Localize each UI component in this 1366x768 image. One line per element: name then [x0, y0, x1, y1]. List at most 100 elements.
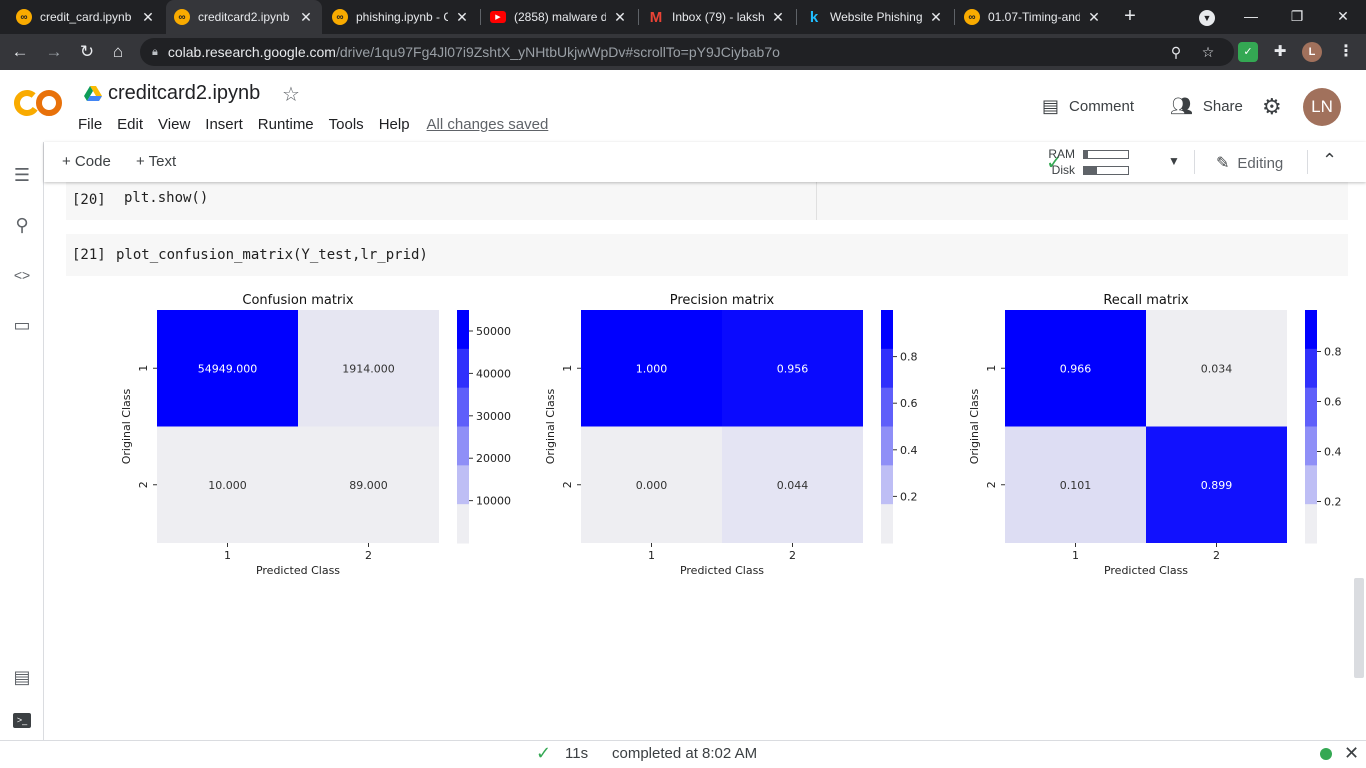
colorbar-segment: [881, 504, 893, 544]
scrollbar-thumb[interactable]: [1354, 578, 1364, 678]
forward-button[interactable]: →: [42, 40, 66, 64]
tab-title: creditcard2.ipynb: [198, 10, 290, 24]
code-snippets-icon[interactable]: <>: [11, 264, 33, 286]
lock-icon: 🔒︎: [152, 45, 158, 58]
kaggle-icon: k: [809, 8, 819, 26]
url-host: colab.research.google.com: [167, 44, 336, 60]
save-status-link[interactable]: All changes saved: [427, 116, 549, 133]
reload-button[interactable]: ↻: [75, 40, 99, 64]
restore-button[interactable]: ❐: [1274, 0, 1320, 34]
colab-header: creditcard2.ipynb ☆ File Edit View Inser…: [0, 70, 1366, 142]
disk-bar: [1083, 165, 1129, 175]
url-input[interactable]: 🔒︎ colab.research.google.com/drive/1qu97…: [140, 38, 1234, 66]
home-button[interactable]: ⌂: [106, 40, 130, 64]
x-tick-label: 2: [1213, 549, 1220, 562]
youtube-icon: ▶: [490, 11, 506, 23]
y-tick-label: 1: [985, 365, 998, 372]
menu-edit[interactable]: Edit: [117, 116, 143, 133]
menu-runtime[interactable]: Runtime: [258, 116, 314, 133]
tab-title: Website Phishing: [830, 10, 922, 24]
browser-tab-active[interactable]: ∞ creditcard2.ipynb ✕: [166, 0, 322, 34]
colorbar-tick-label: 30000: [476, 410, 511, 423]
colab-icon: ∞: [332, 9, 348, 25]
colorbar-segment: [457, 426, 469, 466]
status-bar: ✓ 11s completed at 8:02 AM ✕: [0, 740, 1366, 768]
ram-disk-indicator[interactable]: RAM Disk: [1045, 146, 1129, 178]
collapse-header-icon[interactable]: ⌃: [1322, 150, 1337, 171]
colorbar-tick-label: 0.2: [900, 490, 918, 503]
browser-tab[interactable]: M Inbox (79) - laksh ✕: [640, 0, 794, 34]
browser-tab[interactable]: k Website Phishing ✕: [798, 0, 952, 34]
y-axis-label: Original Class: [544, 388, 557, 464]
cell-value-label: 0.044: [777, 479, 809, 492]
colorbar-tick-label: 0.4: [1324, 446, 1342, 459]
code-cell-21[interactable]: [21] plot_confusion_matrix(Y_test,lr_pri…: [66, 234, 1348, 276]
colorbar-tick-label: 0.6: [900, 397, 918, 410]
close-icon[interactable]: ✕: [928, 9, 944, 26]
browser-tab[interactable]: ∞ credit_card.ipynb ✕: [8, 0, 164, 34]
tab-search-button[interactable]: ▼: [1184, 0, 1230, 34]
terminal-icon[interactable]: >_: [11, 706, 33, 728]
close-icon[interactable]: ✕: [298, 9, 314, 26]
add-code-button[interactable]: + Code: [62, 153, 111, 170]
user-avatar[interactable]: LN: [1303, 88, 1341, 126]
notebook-title[interactable]: creditcard2.ipynb: [108, 82, 260, 105]
close-icon[interactable]: ✕: [770, 9, 786, 26]
status-message: completed at 8:02 AM: [612, 745, 758, 762]
menu-insert[interactable]: Insert: [205, 116, 243, 133]
new-tab-button[interactable]: +: [1118, 4, 1142, 30]
cell-value-label: 0.000: [636, 479, 668, 492]
colab-logo[interactable]: [14, 86, 64, 120]
back-button[interactable]: ←: [8, 40, 32, 64]
menu-view[interactable]: View: [158, 116, 190, 133]
profile-avatar[interactable]: L: [1302, 42, 1322, 62]
close-icon[interactable]: ✕: [454, 9, 470, 26]
close-icon[interactable]: ✕: [612, 9, 628, 26]
x-tick-label: 1: [648, 549, 655, 562]
share-button[interactable]: 👥︎ Share: [1170, 96, 1243, 117]
cell-value-label: 0.101: [1060, 479, 1092, 492]
shield-extension-icon[interactable]: ✓: [1238, 42, 1258, 62]
colorbar-segment: [1305, 310, 1317, 350]
comment-button[interactable]: ▤ Comment: [1042, 96, 1134, 117]
search-icon[interactable]: ⚲: [11, 214, 33, 236]
add-text-button[interactable]: + Text: [136, 153, 176, 170]
address-bar: ← → ↻ ⌂ 🔒︎ colab.research.google.com/dri…: [0, 34, 1366, 70]
browser-menu-icon[interactable]: ⋮: [1336, 42, 1356, 62]
bookmark-star-icon[interactable]: ☆: [1194, 38, 1222, 66]
close-icon[interactable]: ✕: [140, 9, 156, 26]
menu-help[interactable]: Help: [379, 116, 410, 133]
colorbar-segment: [1305, 465, 1317, 505]
minimize-button[interactable]: —: [1228, 0, 1274, 34]
tab-title: credit_card.ipynb: [40, 10, 132, 24]
cell-value-label: 0.956: [777, 362, 809, 375]
zoom-icon[interactable]: ⚲: [1162, 38, 1190, 66]
close-icon[interactable]: ✕: [1086, 9, 1102, 26]
browser-tab[interactable]: ▶ (2858) malware d ✕: [482, 0, 636, 34]
menu-file[interactable]: File: [78, 116, 102, 133]
colorbar-segment: [1305, 348, 1317, 389]
files-folder-icon[interactable]: ▭: [11, 314, 33, 336]
extensions-puzzle-icon[interactable]: ✚: [1270, 42, 1290, 62]
cell-execution-count: [20]: [72, 192, 106, 208]
runtime-dropdown-icon[interactable]: ▼: [1168, 154, 1180, 168]
settings-gear-icon[interactable]: ⚙: [1262, 94, 1282, 120]
window-close-button[interactable]: ✕: [1320, 0, 1366, 34]
editing-mode-button[interactable]: ✎ Editing: [1216, 153, 1283, 173]
command-palette-icon[interactable]: ▤: [11, 666, 33, 688]
menu-tools[interactable]: Tools: [329, 116, 364, 133]
tab-title: phishing.ipynb - C: [356, 10, 448, 24]
ram-label: RAM: [1048, 147, 1075, 161]
star-icon[interactable]: ☆: [282, 82, 300, 107]
colorbar-tick-label: 0.8: [900, 351, 918, 364]
browser-tab[interactable]: ∞ 01.07-Timing-and ✕: [956, 0, 1110, 34]
x-tick-label: 1: [224, 549, 231, 562]
colorbar-segment: [881, 310, 893, 350]
close-status-icon[interactable]: ✕: [1344, 743, 1359, 764]
code-cell-20[interactable]: [20] plt.title('Recall matrix') plt.show…: [66, 182, 1348, 220]
table-of-contents-icon[interactable]: ☰: [11, 164, 33, 186]
cell-value-label: 89.000: [349, 479, 388, 492]
browser-tab[interactable]: ∞ phishing.ipynb - C ✕: [324, 0, 478, 34]
gmail-icon: M: [649, 8, 663, 26]
notebook-area: [20] plt.title('Recall matrix') plt.show…: [44, 182, 1352, 740]
